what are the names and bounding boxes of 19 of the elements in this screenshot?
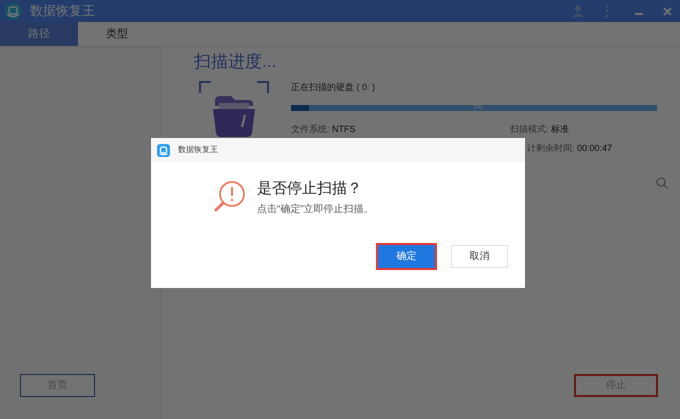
close-icon[interactable] xyxy=(663,6,672,16)
dialog-heading: 是否停止扫描？ xyxy=(257,179,362,199)
window-title: 数据恢复王 xyxy=(30,2,95,20)
minimize-icon[interactable] xyxy=(635,12,643,16)
file-system-text: 文件系统: NTFS xyxy=(291,123,356,136)
dialog-button[interactable]: 取消 xyxy=(451,245,508,268)
dialog-button[interactable]: 确定 xyxy=(378,245,435,268)
tab[interactable]: 路径 xyxy=(0,22,78,46)
dialog-title: 数据恢复王 xyxy=(178,144,218,156)
disk-label: 正在扫描的硬盘 ( 0: ) xyxy=(291,81,376,94)
user-icon[interactable] xyxy=(573,5,583,17)
scan-heading: 扫描进度... xyxy=(194,51,276,73)
scan-mode-text: 扫描模式: 标准 xyxy=(510,123,570,136)
remaining-time-text: 计剩余时间: 00:00:47 xyxy=(527,142,612,154)
app-logo-icon xyxy=(157,144,170,156)
warning-search-icon xyxy=(214,180,247,213)
dialog-message: 点击“确定”立即停止扫描。 xyxy=(257,202,374,217)
app-logo-icon xyxy=(4,2,22,20)
search-icon[interactable] xyxy=(656,177,668,189)
